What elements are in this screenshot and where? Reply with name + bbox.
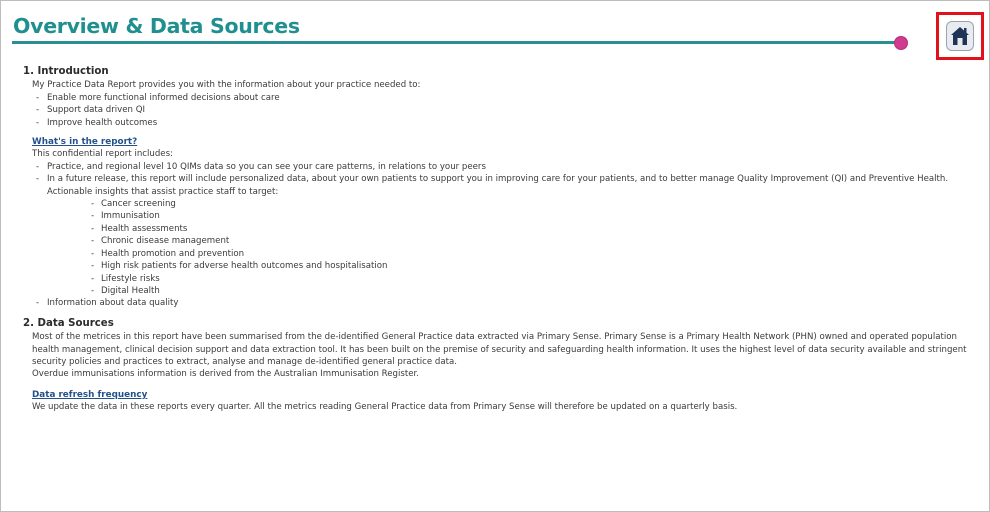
report-contents-list-end: - Information about data quality: [23, 297, 978, 309]
data-sources-heading: 2. Data Sources: [23, 317, 114, 329]
list-item: - Improve health outcomes: [36, 117, 158, 128]
home-button-highlight[interactable]: [936, 12, 984, 60]
list-item: - Practice, and regional level 10 QIMs da…: [36, 161, 486, 172]
title-underline-dot: [895, 37, 907, 49]
list-item: - Chronic disease management: [91, 236, 230, 247]
list-item: - High risk patients for adverse health o…: [91, 261, 388, 272]
list-item: - In a future release, this report will i…: [36, 174, 949, 197]
home-icon: [951, 27, 969, 45]
data-sources-paragraph: Most of the metrices in this report have…: [32, 332, 967, 367]
intro-list: - Enable more functional informed decisio…: [23, 92, 978, 129]
page-title: Overview & Data Sources: [13, 14, 300, 38]
list-item: - Information about data quality: [36, 298, 179, 309]
target-areas-list: - Cancer screening - Immunisation - Health …: [23, 198, 978, 297]
list-item: - Lifestyle risks: [91, 273, 160, 284]
list-item: - Immunisation: [91, 211, 160, 222]
report-content: 1. Introduction My Practice Data Report …: [23, 66, 978, 414]
title-underline: [12, 41, 902, 44]
home-button[interactable]: [946, 21, 974, 51]
intro-heading: 1. Introduction: [23, 66, 109, 77]
refresh-frequency-text: We update the data in these reports ever…: [32, 402, 738, 413]
report-contents-heading: What's in the report?: [32, 137, 138, 148]
intro-lead: My Practice Data Report provides you wit…: [32, 80, 421, 91]
report-contents-lead: This confidential report includes:: [32, 149, 173, 160]
list-item: - Cancer screening: [91, 199, 176, 210]
list-item: - Health assessments: [91, 223, 188, 234]
list-item: - Support data driven QI: [36, 105, 146, 116]
list-item: - Enable more functional informed decisio…: [36, 92, 280, 103]
list-item: - Health promotion and prevention: [91, 248, 245, 259]
report-contents-list: - Practice, and regional level 10 QIMs da…: [23, 161, 978, 198]
refresh-frequency-heading: Data refresh frequency: [32, 389, 148, 400]
list-item: - Digital Health: [91, 285, 160, 296]
immunisation-source-note: Overdue immunisations information is der…: [32, 369, 419, 380]
